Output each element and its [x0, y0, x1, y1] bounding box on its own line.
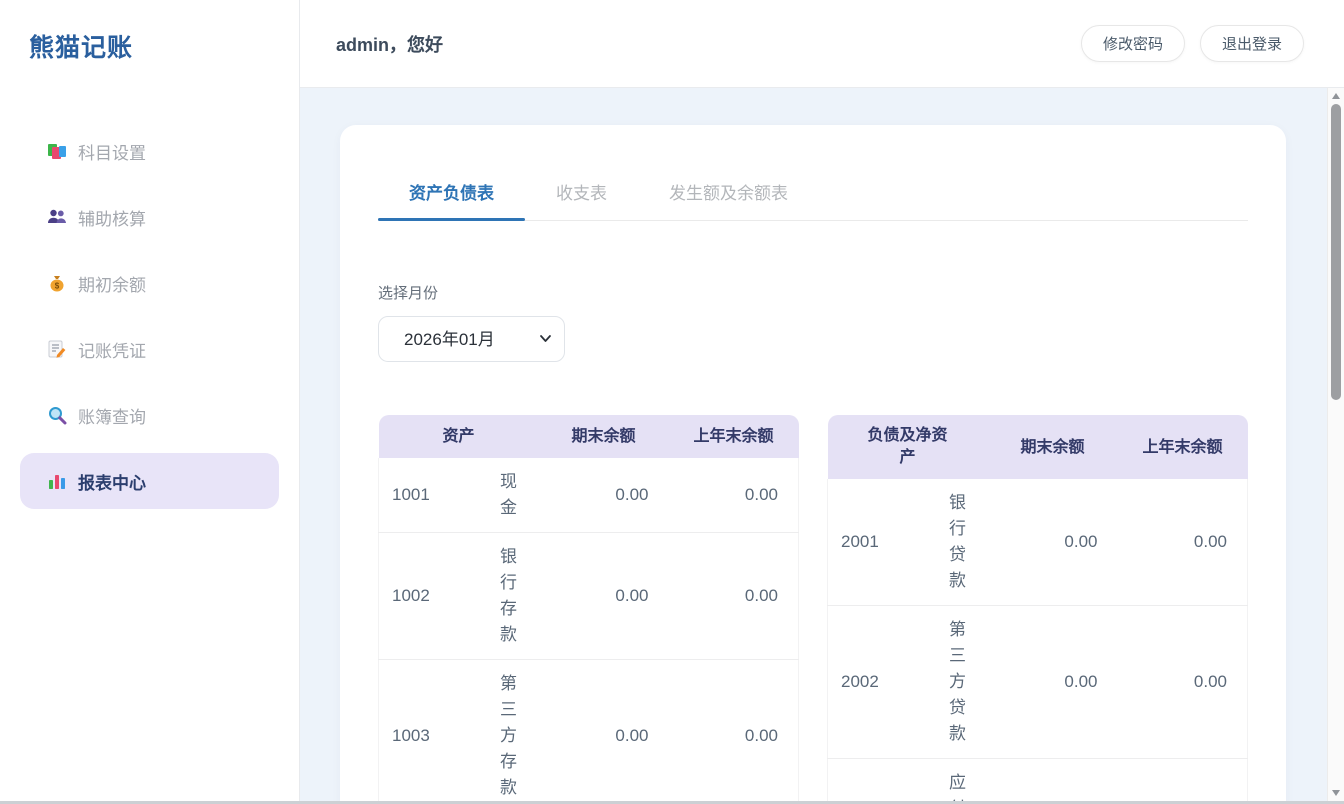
app-logo: 熊猫记账: [29, 28, 133, 64]
ending-balance-cell: 0.00: [539, 533, 669, 660]
prev-year-balance-header: 上年末余额: [1118, 415, 1248, 479]
change-password-button[interactable]: 修改密码: [1081, 25, 1185, 62]
books-icon: [47, 141, 67, 161]
ending-balance-cell: 0.00: [539, 660, 669, 804]
liabilities-table-header-row: 负债及净资产 期末余额 上年末余额: [828, 415, 1248, 479]
table-row: 1002银行存款0.000.00: [379, 533, 799, 660]
prev-year-balance-cell: 0.00: [1118, 479, 1248, 606]
money-bag-icon: $: [47, 273, 67, 293]
ending-balance-header: 期末余额: [539, 415, 669, 458]
account-name-cell: 银行贷款: [928, 479, 988, 606]
prev-year-balance-cell: 0.00: [669, 533, 799, 660]
account-name-cell: 现金: [479, 458, 539, 533]
assets-table-header-row: 资产 期末余额 上年末余额: [379, 415, 799, 458]
tab-balance-sheet[interactable]: 资产负债表: [378, 169, 525, 220]
sidebar-item-opening-balance[interactable]: $ 期初余额: [20, 255, 279, 311]
svg-text:$: $: [55, 282, 60, 291]
sidebar-item-report-center[interactable]: 报表中心: [20, 453, 279, 509]
header-actions: 修改密码 退出登录: [1081, 25, 1304, 62]
table-row: 2003应付账款0.000.00: [828, 759, 1248, 804]
prev-year-balance-cell: 0.00: [1118, 759, 1248, 804]
sidebar-item-label: 报表中心: [78, 469, 146, 494]
scroll-up-arrow[interactable]: [1332, 93, 1340, 99]
bar-chart-icon: [47, 471, 67, 491]
vertical-scrollbar[interactable]: [1327, 88, 1344, 804]
ending-balance-header: 期末余额: [988, 415, 1118, 479]
sidebar: 熊猫记账 科目设置 辅助核算 $ 期初余: [0, 0, 300, 804]
month-filter-label: 选择月份: [378, 282, 1248, 303]
sidebar-item-label: 记账凭证: [78, 337, 146, 362]
assets-table: 资产 期末余额 上年末余额 1001现金0.000.001002银行存款0.00…: [378, 415, 799, 804]
table-row: 2001银行贷款0.000.00: [828, 479, 1248, 606]
sidebar-item-subject-settings[interactable]: 科目设置: [20, 123, 279, 179]
account-code-cell: 2001: [828, 479, 928, 606]
top-header: admin，您好 修改密码 退出登录: [300, 0, 1344, 88]
sidebar-item-auxiliary-accounting[interactable]: 辅助核算: [20, 189, 279, 245]
users-icon: [47, 207, 67, 227]
ending-balance-cell: 0.00: [988, 759, 1118, 804]
ending-balance-cell: 0.00: [988, 479, 1118, 606]
report-card: 资产负债表 收支表 发生额及余额表 选择月份 2026年01月 资产: [340, 125, 1286, 804]
balance-sheet-tables: 资产 期末余额 上年末余额 1001现金0.000.001002银行存款0.00…: [378, 415, 1248, 804]
table-row: 2002第三方贷款0.000.00: [828, 606, 1248, 759]
content-area: 资产负债表 收支表 发生额及余额表 选择月份 2026年01月 资产: [300, 88, 1344, 804]
sidebar-item-label: 账簿查询: [78, 403, 146, 428]
month-filter: 选择月份 2026年01月: [378, 282, 1248, 362]
liabilities-header: 负债及净资产: [828, 415, 988, 479]
sidebar-item-label: 辅助核算: [78, 205, 146, 230]
account-code-cell: 1002: [379, 533, 479, 660]
account-code-cell: 1003: [379, 660, 479, 804]
logout-button[interactable]: 退出登录: [1200, 25, 1304, 62]
assets-header: 资产: [379, 415, 539, 458]
liabilities-table: 负债及净资产 期末余额 上年末余额 2001银行贷款0.000.002002第三…: [827, 415, 1248, 804]
prev-year-balance-header: 上年末余额: [669, 415, 799, 458]
table-row: 1003第三方存款0.000.00: [379, 660, 799, 804]
account-code-cell: 2002: [828, 606, 928, 759]
table-row: 1001现金0.000.00: [379, 458, 799, 533]
ending-balance-cell: 0.00: [988, 606, 1118, 759]
month-select[interactable]: 2026年01月: [378, 316, 565, 362]
prev-year-balance-cell: 0.00: [669, 660, 799, 804]
memo-icon: [47, 339, 67, 359]
sidebar-item-label: 期初余额: [78, 271, 146, 296]
sidebar-item-ledger-query[interactable]: 账簿查询: [20, 387, 279, 443]
prev-year-balance-cell: 0.00: [1118, 606, 1248, 759]
account-code-cell: 1001: [379, 458, 479, 533]
report-tabs: 资产负债表 收支表 发生额及余额表: [378, 169, 1248, 221]
account-name-cell: 第三方存款: [479, 660, 539, 804]
account-code-cell: 2003: [828, 759, 928, 804]
sidebar-nav: 科目设置 辅助核算 $ 期初余额: [0, 123, 299, 519]
account-name-cell: 应付账款: [928, 759, 988, 804]
tab-income-expense[interactable]: 收支表: [525, 169, 638, 220]
sidebar-item-label: 科目设置: [78, 139, 146, 164]
tab-amount-and-balance[interactable]: 发生额及余额表: [638, 169, 819, 220]
scroll-down-arrow[interactable]: [1332, 790, 1340, 796]
month-select-wrap: 2026年01月: [378, 316, 565, 362]
account-name-cell: 银行存款: [479, 533, 539, 660]
prev-year-balance-cell: 0.00: [669, 458, 799, 533]
user-greeting: admin，您好: [336, 31, 443, 57]
scrollbar-thumb[interactable]: [1331, 104, 1341, 400]
sidebar-item-vouchers[interactable]: 记账凭证: [20, 321, 279, 377]
search-icon: [47, 405, 67, 425]
ending-balance-cell: 0.00: [539, 458, 669, 533]
account-name-cell: 第三方贷款: [928, 606, 988, 759]
